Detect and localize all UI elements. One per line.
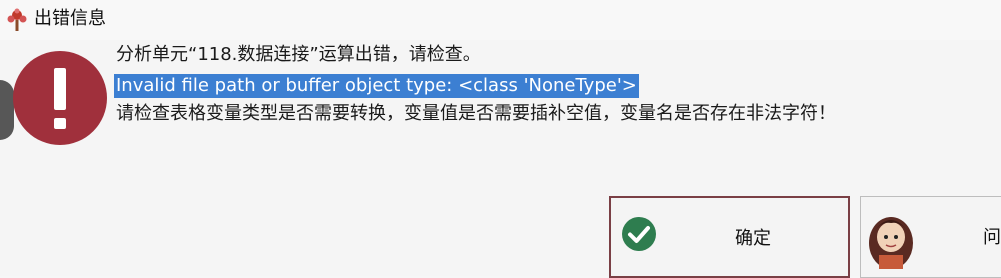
error-summary-text: 分析单元“118.数据连接”运算出错，请检查。 bbox=[116, 44, 481, 65]
dialog-title: 出错信息 bbox=[34, 8, 106, 29]
ok-button[interactable]: 确定 bbox=[609, 196, 850, 278]
assistant-avatar-icon bbox=[869, 217, 913, 269]
error-exclamation-icon bbox=[13, 51, 107, 145]
error-dialog: 出错信息 分析单元“118.数据连接”运算出错，请检查。 Invalid fil… bbox=[0, 0, 1001, 278]
ask-button[interactable]: 问 bbox=[860, 196, 1001, 278]
tree-logo-icon bbox=[7, 8, 27, 31]
error-detail-selected-text[interactable]: Invalid file path or buffer object type:… bbox=[114, 74, 639, 98]
ask-button-label: 问 bbox=[983, 227, 1001, 248]
check-circle-icon bbox=[622, 217, 656, 251]
ok-button-label: 确定 bbox=[735, 228, 771, 249]
error-hint-text: 请检查表格变量类型是否需要转换，变量值是否需要插补空值，变量名是否存在非法字符！ bbox=[116, 103, 836, 124]
title-bar: 出错信息 bbox=[0, 0, 1001, 40]
